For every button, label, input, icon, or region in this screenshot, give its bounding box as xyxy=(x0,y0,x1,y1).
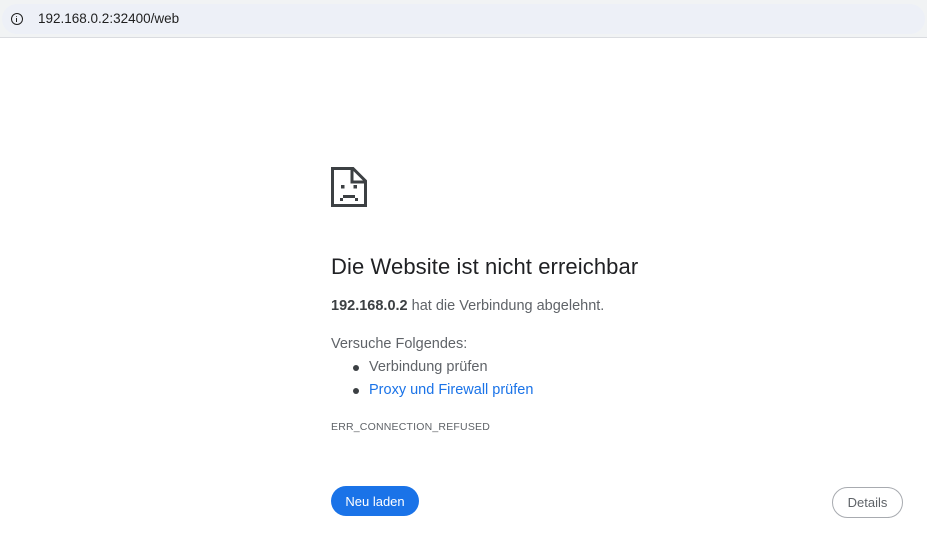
details-button[interactable]: Details xyxy=(832,487,903,518)
error-code: ERR_CONNECTION_REFUSED xyxy=(331,421,491,433)
reload-button[interactable]: Neu laden xyxy=(331,486,419,516)
sad-page-icon xyxy=(331,167,367,207)
bullet-dot xyxy=(353,365,359,371)
info-icon[interactable] xyxy=(11,13,23,25)
error-title: Die Website ist nicht erreichbar xyxy=(331,254,639,279)
error-summary-text: hat die Verbindung abgelehnt. xyxy=(407,298,605,314)
omnibox[interactable]: 192.168.0.2:32400/web xyxy=(2,4,925,34)
proxy-firewall-link[interactable]: Proxy und Firewall prüfen xyxy=(369,382,533,398)
suggestions-heading: Versuche Folgendes: xyxy=(331,336,468,352)
error-host: 192.168.0.2 xyxy=(331,298,408,314)
suggestions-list: Verbindung prüfen Proxy und Firewall prü… xyxy=(331,357,533,403)
list-item: Verbindung prüfen xyxy=(331,357,533,380)
url-text[interactable]: 192.168.0.2:32400/web xyxy=(38,11,179,27)
error-summary: 192.168.0.2 hat die Verbindung abgelehnt… xyxy=(331,298,604,314)
suggestion-check-connection: Verbindung prüfen xyxy=(369,359,488,375)
address-bar: 192.168.0.2:32400/web xyxy=(0,0,927,38)
list-item: Proxy und Firewall prüfen xyxy=(331,380,533,403)
bullet-dot xyxy=(353,388,359,394)
